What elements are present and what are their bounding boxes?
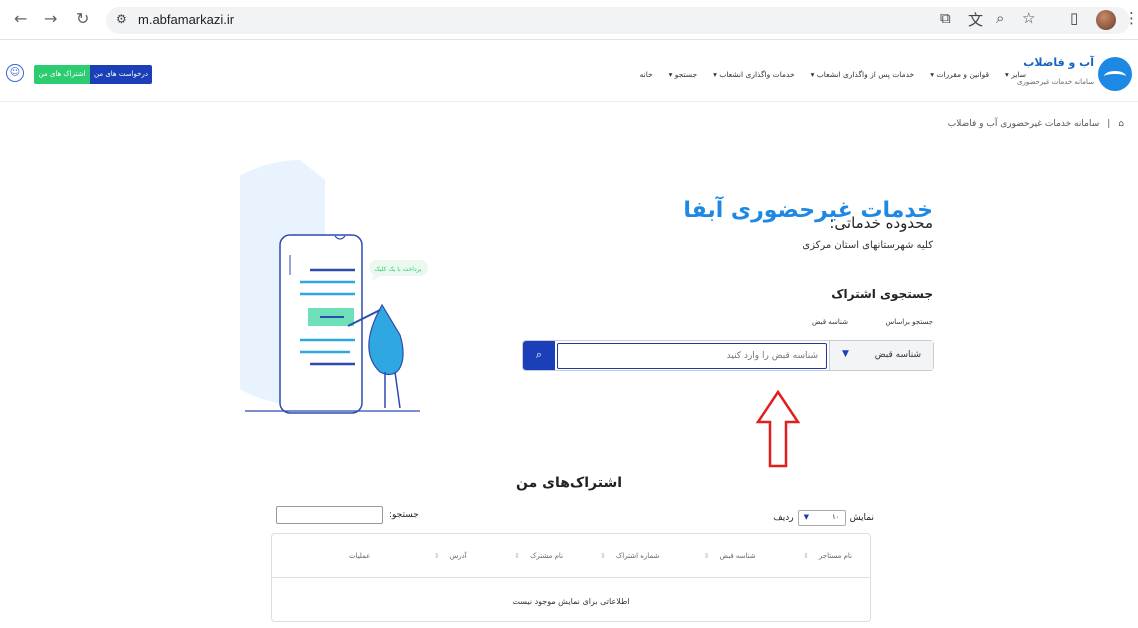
search-heading: جستجوی اشتراک	[831, 287, 933, 301]
service-scope-heading: محدوده خدماتی:	[829, 214, 933, 232]
menu-post-branch-services[interactable]: خدمات پس از واگذاری انشعاب ▾	[811, 70, 915, 79]
page-length-control: نمایش ۱۰ ▼ ردیف	[773, 510, 874, 526]
profile-avatar[interactable]	[1096, 10, 1116, 30]
bill-id-label: شناسه قبض	[812, 318, 848, 326]
subscriptions-table: نام مستاجر⇕ شناسه قبض⇕ شماره اشتراک⇕ نام…	[271, 533, 871, 622]
sort-icon: ⇕	[803, 551, 809, 560]
breadcrumb-current: سامانه خدمات غیرحضوری آب و فاضلاب	[947, 119, 1100, 129]
search-field-group: شناسه قبض ▼ ⌕	[522, 340, 934, 371]
chevron-down-icon: ▼	[803, 513, 809, 521]
empty-table-message: اطلاعاتی برای نمایش موجود نیست	[512, 597, 630, 606]
search-type-value: شناسه قبض	[874, 350, 921, 360]
menu-branch-services[interactable]: خدمات واگذاری انشعاب ▾	[713, 70, 794, 79]
page-length-select[interactable]: ۱۰ ▼	[797, 510, 846, 526]
service-scope-value: کلیه شهرستانهای استان مرکزی	[802, 240, 933, 251]
user-icon[interactable]: ☺	[6, 64, 24, 82]
logo-title[interactable]: آب و فاضلاب	[1023, 56, 1094, 69]
sort-icon: ⇕	[514, 551, 521, 560]
home-icon[interactable]: ⌂	[1118, 119, 1124, 129]
search-by-label: جستجو براساس	[885, 318, 933, 326]
col-tenant-name[interactable]: نام مستاجر⇕	[764, 552, 860, 560]
menu-other[interactable]: سایر ▾	[1005, 70, 1026, 79]
red-arrow-annotation	[755, 390, 801, 468]
translate-icon[interactable]: 文	[968, 9, 983, 30]
table-heading: اشتراک‌های من	[515, 475, 623, 491]
table-search: جستجو:	[276, 506, 419, 524]
zoom-icon[interactable]: ⌕	[996, 9, 1004, 27]
my-requests-button[interactable]: درخواست های من	[90, 65, 152, 84]
side-panel-icon[interactable]: ▯	[1070, 9, 1078, 27]
table-header-row: نام مستاجر⇕ شناسه قبض⇕ شماره اشتراک⇕ نام…	[272, 534, 870, 578]
bill-id-input[interactable]	[557, 343, 827, 369]
reload-icon[interactable]: ↻	[76, 9, 89, 28]
menu-home[interactable]: خانه	[640, 70, 653, 79]
forward-icon[interactable]: →	[44, 9, 57, 28]
col-bill-id[interactable]: شناسه قبض⇕	[667, 552, 763, 560]
chevron-down-icon: ▼	[842, 349, 849, 359]
table-search-label: جستجو:	[389, 510, 419, 520]
col-subscriber-name[interactable]: نام مشترک⇕	[475, 552, 571, 560]
show-label: نمایش	[849, 513, 874, 523]
back-icon[interactable]: ←	[14, 9, 27, 28]
sort-icon: ⇕	[703, 551, 710, 560]
search-button[interactable]: ⌕	[523, 341, 555, 370]
illustration-text: پرداخت با یک کلیک	[374, 266, 422, 273]
browser-toolbar: ← → ↻ ⚙ m.abfamarkazi.ir ⧉ 文 ⌕ ☆ ▯ ⋮	[0, 0, 1138, 40]
site-info-icon[interactable]: ⚙	[116, 12, 127, 26]
table-search-input[interactable]	[276, 506, 383, 524]
col-operations: عملیات	[348, 551, 371, 560]
rows-label: ردیف	[773, 513, 794, 523]
bookmark-star-icon[interactable]: ☆	[1022, 9, 1035, 27]
search-type-select[interactable]: شناسه قبض ▼	[829, 341, 933, 370]
breadcrumb: ⌂ | سامانه خدمات غیرحضوری آب و فاضلاب	[948, 119, 1124, 129]
menu-search[interactable]: جستجو ▾	[669, 70, 697, 79]
site-header: آب و فاضلاب سامانه خدمات غیرحضوری خانه ج…	[0, 40, 1138, 102]
abfa-logo-icon[interactable]	[1098, 57, 1132, 91]
col-address[interactable]: آدرس⇕	[378, 552, 474, 560]
menu-rules[interactable]: قوانین و مقررات ▾	[930, 70, 989, 79]
sort-icon: ⇕	[600, 551, 607, 560]
illustration: پرداخت با یک کلیک	[240, 160, 428, 414]
main-menu: خانه جستجو ▾ خدمات واگذاری انشعاب ▾ خدما…	[640, 70, 1026, 79]
my-subscriptions-button[interactable]: اشتراک های من	[34, 65, 90, 84]
search-icon: ⌕	[535, 348, 543, 361]
logo-subtitle: سامانه خدمات غیرحضوری	[1016, 78, 1094, 86]
sort-icon: ⇕	[433, 551, 440, 560]
install-app-icon[interactable]: ⧉	[940, 9, 951, 27]
col-subscription-number[interactable]: شماره اشتراک⇕	[571, 552, 667, 560]
menu-kebab-icon[interactable]: ⋮	[1124, 9, 1138, 27]
breadcrumb-separator: |	[1107, 119, 1111, 129]
url-text: m.abfamarkazi.ir	[138, 12, 235, 27]
page-length-value: ۱۰	[832, 513, 840, 521]
